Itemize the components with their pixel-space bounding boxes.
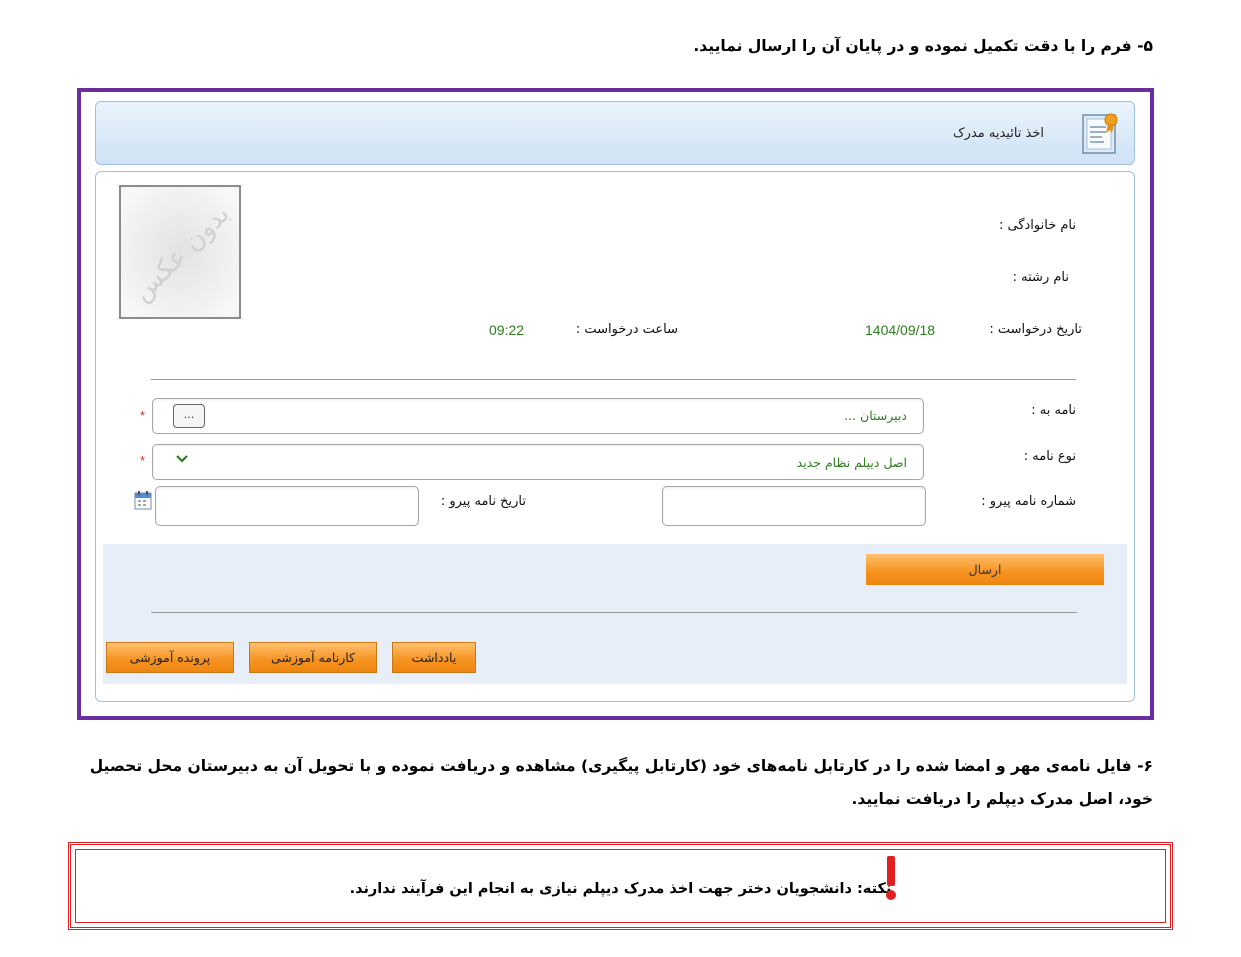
letter-to-value: دبیرستان ... — [844, 408, 907, 423]
send-button[interactable]: ارسال — [866, 554, 1104, 585]
family-name-label: نام خانوادگی : — [998, 218, 1076, 233]
form-window: اخذ تائیدیه مدرک بدون عکس نام خانوادگی :… — [77, 88, 1154, 720]
request-time-label: ساعت درخواست : — [575, 322, 678, 337]
form-title: اخذ تائیدیه مدرک — [953, 126, 1044, 141]
major-label: نام رشته : — [1012, 270, 1069, 285]
note-text: نکته: دانشجویان دختر جهت اخذ مدرک دیپلم … — [349, 881, 892, 897]
calendar-icon[interactable] — [134, 490, 152, 510]
follow-date-label: تاریخ نامه پیرو : — [440, 494, 526, 509]
letter-to-field[interactable]: دبیرستان ... ... — [152, 398, 924, 434]
chevron-down-icon[interactable] — [175, 453, 189, 465]
divider-bottom — [151, 612, 1077, 613]
request-date-value: 1404/09/18 — [865, 322, 936, 338]
form-body: بدون عکس نام خانوادگی : نام رشته : تاریخ… — [95, 171, 1135, 702]
divider-top — [151, 379, 1076, 380]
letter-type-label: نوع نامه : — [1023, 449, 1076, 464]
letter-to-label: نامه به : — [1031, 403, 1076, 418]
required-mark: * — [140, 408, 146, 423]
student-photo-placeholder: بدون عکس — [119, 185, 241, 319]
follow-number-input[interactable] — [662, 486, 926, 526]
follow-number-label: شماره نامه پیرو : — [981, 494, 1076, 509]
action-area: ارسال یادداشت کارنامه آموزشی پرونده آموز… — [103, 544, 1127, 684]
request-date-label: تاریخ درخواست : — [989, 322, 1082, 337]
request-time-value: 09:22 — [489, 322, 525, 338]
note-button[interactable]: یادداشت — [392, 642, 476, 673]
note-box: نکته: دانشجویان دختر جهت اخذ مدرک دیپلم … — [68, 842, 1173, 930]
report-card-button[interactable]: کارنامه آموزشی — [249, 642, 377, 673]
required-mark: * — [140, 453, 146, 468]
certificate-icon — [1082, 113, 1118, 154]
letter-type-value: اصل دیپلم نظام جدید — [796, 455, 907, 470]
instruction-step-6: ۶- فایل نامه‌ی مهر و امضا شده را در کارت… — [89, 757, 1153, 808]
select-recipient-button[interactable]: ... — [173, 404, 205, 428]
form-header: اخذ تائیدیه مدرک — [95, 101, 1135, 165]
letter-type-select[interactable]: اصل دیپلم نظام جدید — [152, 444, 924, 480]
follow-date-input[interactable] — [155, 486, 419, 526]
exclamation-icon — [886, 856, 896, 900]
instruction-step-5: ۵- فرم را با دقت تکمیل نموده و در پایان … — [693, 37, 1153, 55]
academic-file-button[interactable]: پرونده آموزشی — [106, 642, 234, 673]
